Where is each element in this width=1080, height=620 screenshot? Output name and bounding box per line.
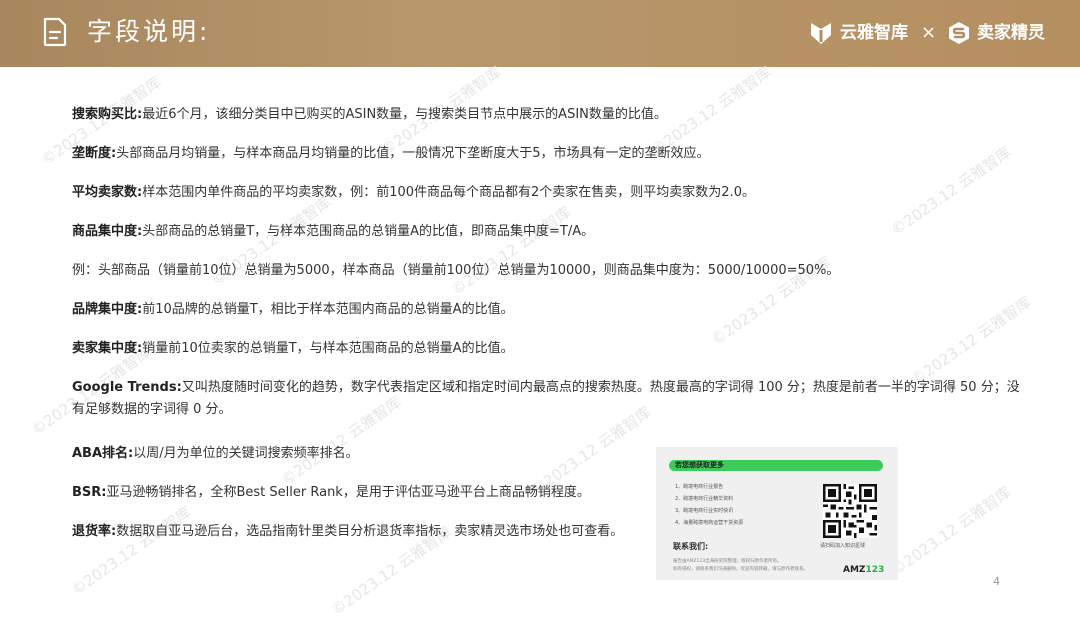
definition-text: 亚马逊畅销排名，全称Best Seller Rank，是用于评估亚马逊平台上商品… <box>106 485 590 500</box>
definition-term: 品牌集中度: <box>72 302 143 317</box>
brand-right-label: 卖家精灵 <box>977 23 1045 43</box>
watermark: ©2023.12 云雅智库 <box>887 482 1015 579</box>
definition-term: BSR: <box>72 485 107 500</box>
definition-term: 商品集中度: <box>72 224 143 239</box>
amz123-promo-card: 若您想获取更多 1、跨境电商行业报告 2、跨境电商行业精华资料 3、跨境电商行业… <box>656 447 898 580</box>
definition-text: 样本范围内单件商品的平均卖家数，例：前100件商品每个商品都有2个卖家在售卖，则… <box>142 185 755 200</box>
promo-item: 3、跨境电商行业实时快讯 <box>675 508 734 514</box>
definition-row: 退货率:数据取自亚马逊后台，选品指南针里类目分析退货率指标，卖家精灵选市场处也可… <box>72 521 623 543</box>
promo-item: 4、海量跨境电商运营干货资源 <box>675 520 744 526</box>
yunya-logo-icon <box>811 23 831 44</box>
qr-caption: 请扫码加入知识星球 <box>820 543 866 549</box>
amz123-logo: AMZ123 <box>843 565 884 575</box>
promo-item: 2、跨境电商行业精华资料 <box>675 496 734 502</box>
brand-sellersprite: 卖家精灵 <box>947 18 1045 48</box>
header-banner: 字段说明: 云雅智库 × 卖家精灵 <box>0 0 1080 67</box>
definition-row: ABA排名:以周/月为单位的关键词搜索频率排名。 <box>72 443 359 465</box>
watermark: ©2023.12 云雅智库 <box>67 502 195 599</box>
watermark: ©2023.12 云雅智库 <box>887 142 1015 239</box>
promo-title-bar: 若您想获取更多 <box>669 460 883 471</box>
definition-text: 又叫热度随时间变化的趋势，数字代表指定区域和指定时间内最高点的搜索热度。热度最高… <box>72 380 1020 417</box>
definition-term: 垄断度: <box>72 146 117 161</box>
amz123-logo-main: AMZ <box>843 565 866 575</box>
definition-text: 头部商品月均销量，与样本商品月均销量的比值，一般情况下垄断度大于5，市场具有一定… <box>116 146 710 161</box>
definition-text: 前10品牌的总销量T，相比于样本范围内商品的总销量A的比值。 <box>142 302 514 317</box>
definition-text: 最近6个月，该细分类目中已购买的ASIN数量，与搜索类目节点中展示的ASIN数量… <box>142 107 667 122</box>
promo-item: 1、跨境电商行业报告 <box>675 484 724 490</box>
watermark: ©2023.12 云雅智库 <box>447 202 575 299</box>
definition-row: 商品集中度:头部商品的总销量T，与样本范围商品的总销量A的比值，即商品集中度=T… <box>72 221 594 243</box>
page-number: 4 <box>993 575 1000 588</box>
contact-label: 联系我们: <box>673 542 709 551</box>
definition-text: 销量前10位卖家的总销量T，与样本范围商品的总销量A的比值。 <box>142 341 514 356</box>
brand-separator: × <box>921 22 937 43</box>
example-text: 例：头部商品（销量前10位）总销量为5000，样本商品（销量前100位）总销量为… <box>72 263 840 278</box>
definition-row: Google Trends:又叫热度随时间变化的趋势，数字代表指定区域和指定时间… <box>72 377 1032 421</box>
example-row: 例：头部商品（销量前10位）总销量为5000，样本商品（销量前100位）总销量为… <box>72 260 839 282</box>
definition-term: ABA排名: <box>72 446 134 461</box>
definition-row: 卖家集中度:销量前10位卖家的总销量T，与样本范围商品的总销量A的比值。 <box>72 338 514 360</box>
definition-row: 平均卖家数:样本范围内单件商品的平均卖家数，例：前100件商品每个商品都有2个卖… <box>72 182 755 204</box>
definition-row: BSR:亚马逊畅销排名，全称Best Seller Rank，是用于评估亚马逊平… <box>72 482 590 504</box>
definition-row: 垄断度:头部商品月均销量，与样本商品月均销量的比值，一般情况下垄断度大于5，市场… <box>72 143 709 165</box>
sellersprite-logo-icon <box>949 22 969 44</box>
definition-term: 卖家集中度: <box>72 341 143 356</box>
copyright-note: 如有侵权，请联系我们沟通删除。欢迎内容转载，请与原作者联系。 <box>673 567 808 572</box>
definition-text: 头部商品的总销量T，与样本范围商品的总销量A的比值，即商品集中度=T/A。 <box>142 224 595 239</box>
brand-yunya: 云雅智库 <box>808 18 908 48</box>
definition-text: 数据取自亚马逊后台，选品指南针里类目分析退货率指标，卖家精灵选市场处也可查看。 <box>116 524 624 539</box>
watermark: ©2023.12 云雅智库 <box>907 292 1035 389</box>
definition-term: Google Trends: <box>72 380 182 395</box>
brand-left-label: 云雅智库 <box>840 23 908 43</box>
definition-text: 以周/月为单位的关键词搜索频率排名。 <box>133 446 359 461</box>
definition-row: 搜索购买比:最近6个月，该细分类目中已购买的ASIN数量，与搜索类目节点中展示的… <box>72 104 667 126</box>
document-icon <box>43 17 67 47</box>
page-title: 字段说明: <box>87 17 211 46</box>
amz123-logo-num: 123 <box>865 565 885 575</box>
definition-term: 搜索购买比: <box>72 107 143 122</box>
definition-row: 品牌集中度:前10品牌的总销量T，相比于样本范围内商品的总销量A的比值。 <box>72 299 514 321</box>
copyright-note: 报告由AMZ123出海研究院整理，版权归原作者所有。 <box>673 559 782 564</box>
definition-term: 平均卖家数: <box>72 185 143 200</box>
qr-code-icon[interactable] <box>823 484 877 538</box>
definition-term: 退货率: <box>72 524 117 539</box>
